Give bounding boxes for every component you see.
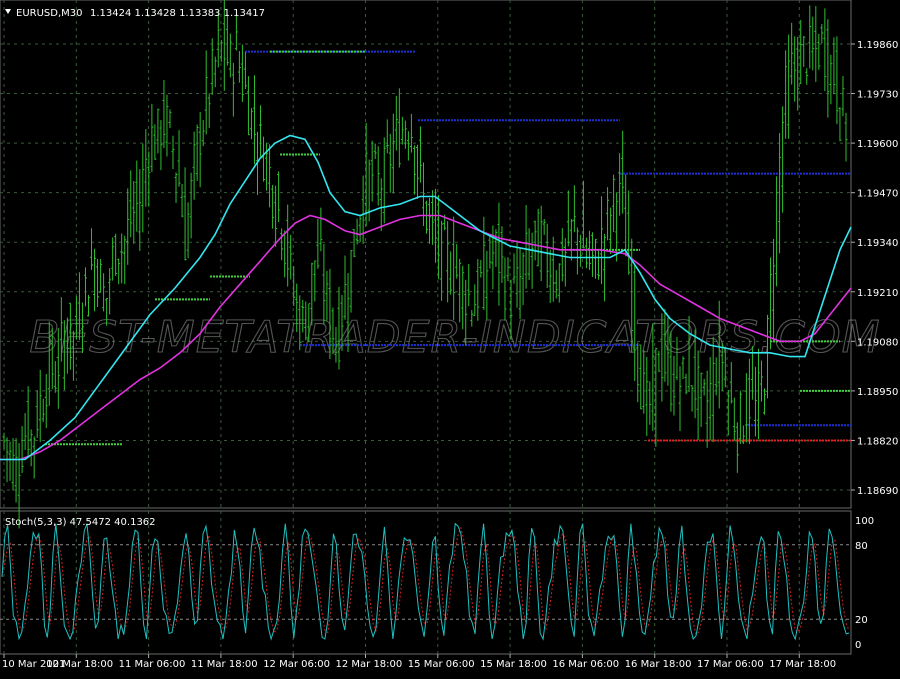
stoch-main-line	[1, 522, 850, 641]
watermark: BEST-METATRADER-INDICATORS.COM	[29, 312, 880, 363]
time-tick-label: 15 Mar 06:00	[408, 659, 475, 670]
time-tick-label: 11 Mar 06:00	[119, 659, 186, 670]
stoch-axis: 100 80 20 0	[855, 516, 874, 651]
price-tick-label: 1.19600	[857, 139, 898, 150]
time-tick-label: 16 Mar 06:00	[552, 659, 619, 670]
time-tick-label: 12 Mar 18:00	[336, 659, 403, 670]
stoch-title: Stoch(5,3,3) 47.5472 40.1362	[5, 517, 156, 528]
ohlc-values: 1.13424 1.13428 1.13383 1.13417	[90, 8, 265, 19]
time-axis: 10 Mar 202110 Mar 18:00 11 Mar 06:00 11 Ma…	[2, 654, 836, 670]
stoch-level-label: 0	[855, 640, 861, 651]
price-tick-label: 1.19860	[857, 40, 898, 51]
price-tick-label: 1.19210	[857, 288, 898, 299]
price-tick-label: 1.19470	[857, 189, 898, 200]
stoch-signal-line	[1, 526, 850, 636]
price-axis: 1.19860 1.19730 1.19600 1.19470 1.19340 1.192…	[851, 40, 898, 497]
time-tick-label: 16 Mar 18:00	[625, 659, 692, 670]
time-tick-label: 15 Mar 18:00	[480, 659, 547, 670]
candles	[2, 0, 848, 529]
stoch-level-label: 80	[855, 541, 868, 552]
chart-window: BEST-METATRADER-INDICATORS.COM EURUSD,M3…	[0, 0, 900, 675]
price-tick-label: 1.18690	[857, 486, 898, 497]
time-tick-label: 11 Mar 18:00	[191, 659, 258, 670]
dropdown-triangle-icon[interactable]	[5, 9, 11, 14]
time-tick-label: 17 Mar 18:00	[769, 659, 836, 670]
price-chart: BEST-METATRADER-INDICATORS.COM EURUSD,M3…	[0, 0, 898, 670]
price-tick-label: 1.18950	[857, 387, 898, 398]
time-tick-label: 17 Mar 06:00	[697, 659, 764, 670]
stoch-level-label: 100	[855, 516, 874, 527]
ma-fast-line	[0, 134, 852, 461]
price-tick-label: 1.19080	[857, 337, 898, 348]
price-tick-label: 1.19730	[857, 90, 898, 101]
time-tick-label: 12 Mar 06:00	[263, 659, 330, 670]
price-tick-label: 1.18820	[857, 436, 898, 447]
stoch-level-label: 20	[855, 615, 868, 626]
price-tick-label: 1.19340	[857, 238, 898, 249]
time-tick-label: 10 Mar 18:00	[46, 659, 113, 670]
stoch-grid	[0, 544, 851, 620]
symbol-timeframe: EURUSD,M30	[16, 8, 82, 19]
stoch-panel-frame	[0, 510, 852, 655]
